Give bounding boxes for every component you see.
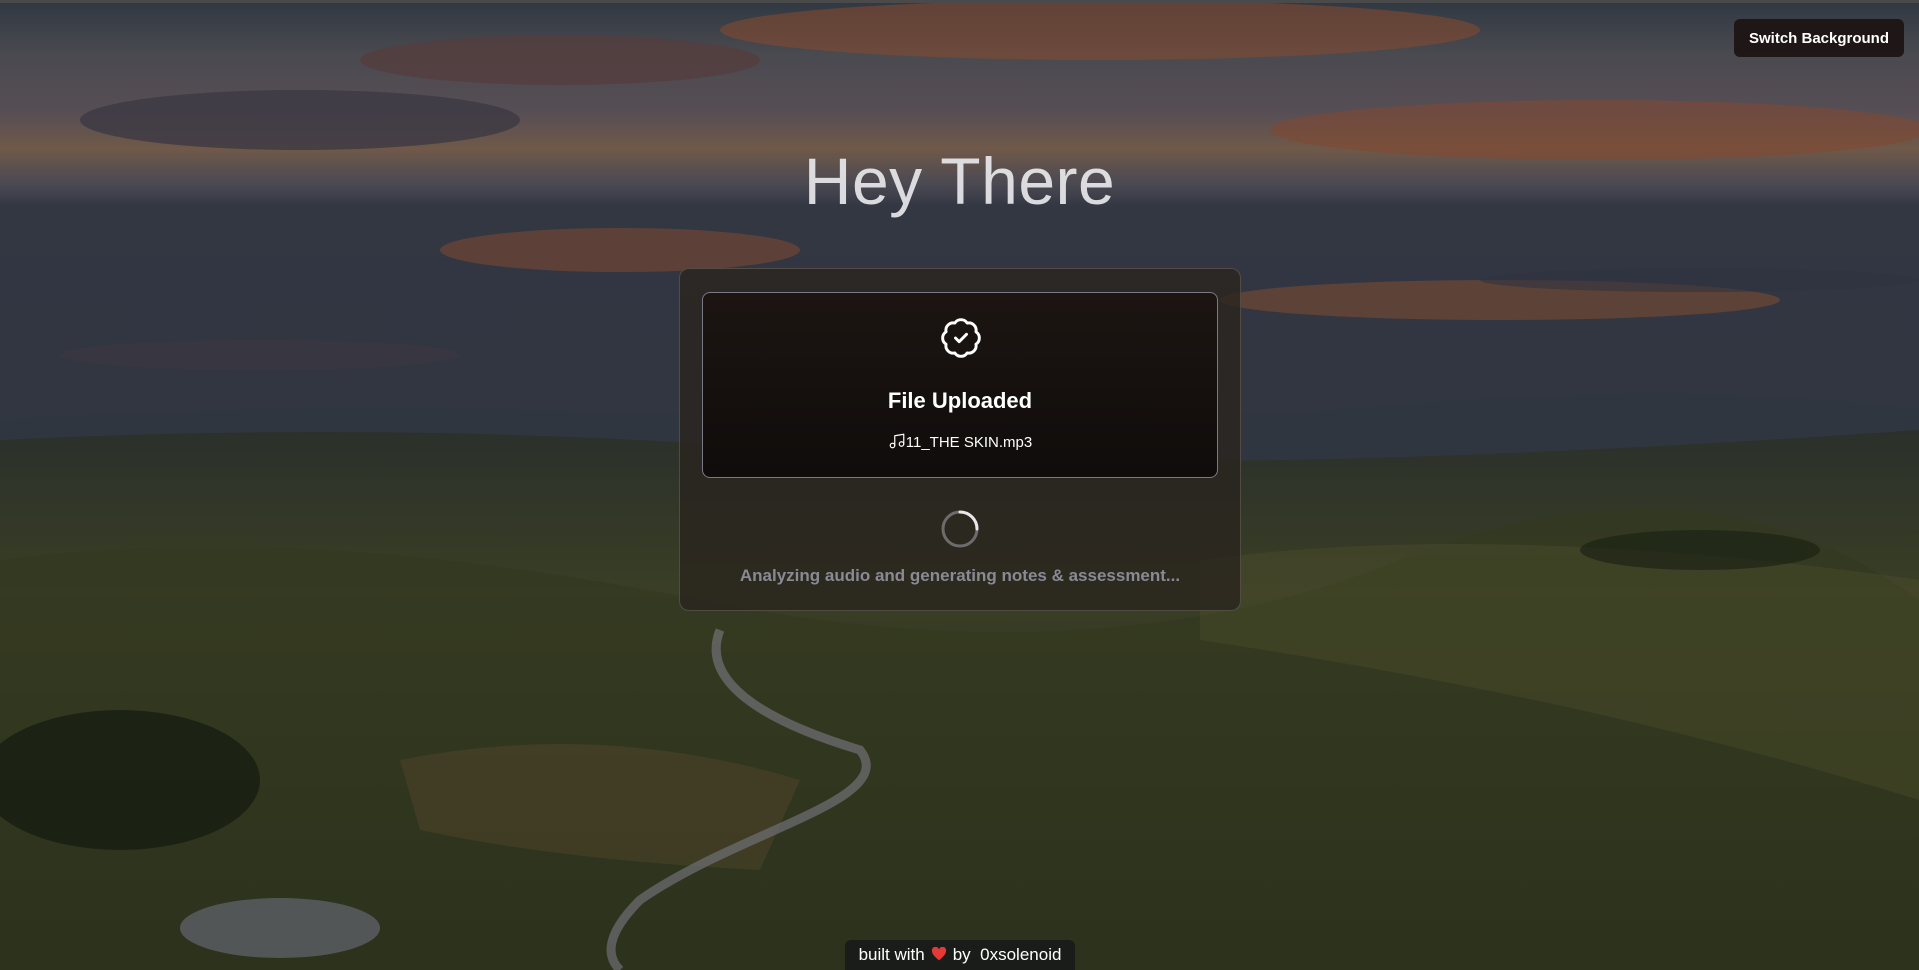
loading-spinner-icon	[941, 510, 979, 548]
badge-check-icon	[941, 318, 981, 358]
upload-dropzone[interactable]: File Uploaded 11_THE SKIN.mp3	[702, 292, 1218, 478]
footer-by: by	[952, 945, 971, 964]
page-title: Hey There	[803, 144, 1116, 218]
page: Switch Background Hey There File Uploade…	[0, 0, 1919, 970]
music-note-icon	[889, 433, 905, 449]
footer-author-link[interactable]: 0xsolenoid	[980, 945, 1061, 964]
heart-icon	[931, 947, 946, 961]
analysis-status-text: Analyzing audio and generating notes & a…	[739, 566, 1181, 585]
footer-prefix: built with	[858, 945, 925, 964]
switch-background-button[interactable]: Switch Background	[1734, 19, 1904, 57]
top-border	[0, 0, 1919, 3]
upload-status-title: File Uploaded	[887, 388, 1033, 413]
upload-card: File Uploaded 11_THE SKIN.mp3 Analyzing …	[679, 268, 1241, 611]
uploaded-file-row: 11_THE SKIN.mp3	[703, 431, 1217, 451]
uploaded-file-name: 11_THE SKIN.mp3	[905, 434, 1033, 451]
footer-credit: built with by 0xsolenoid	[845, 940, 1075, 970]
